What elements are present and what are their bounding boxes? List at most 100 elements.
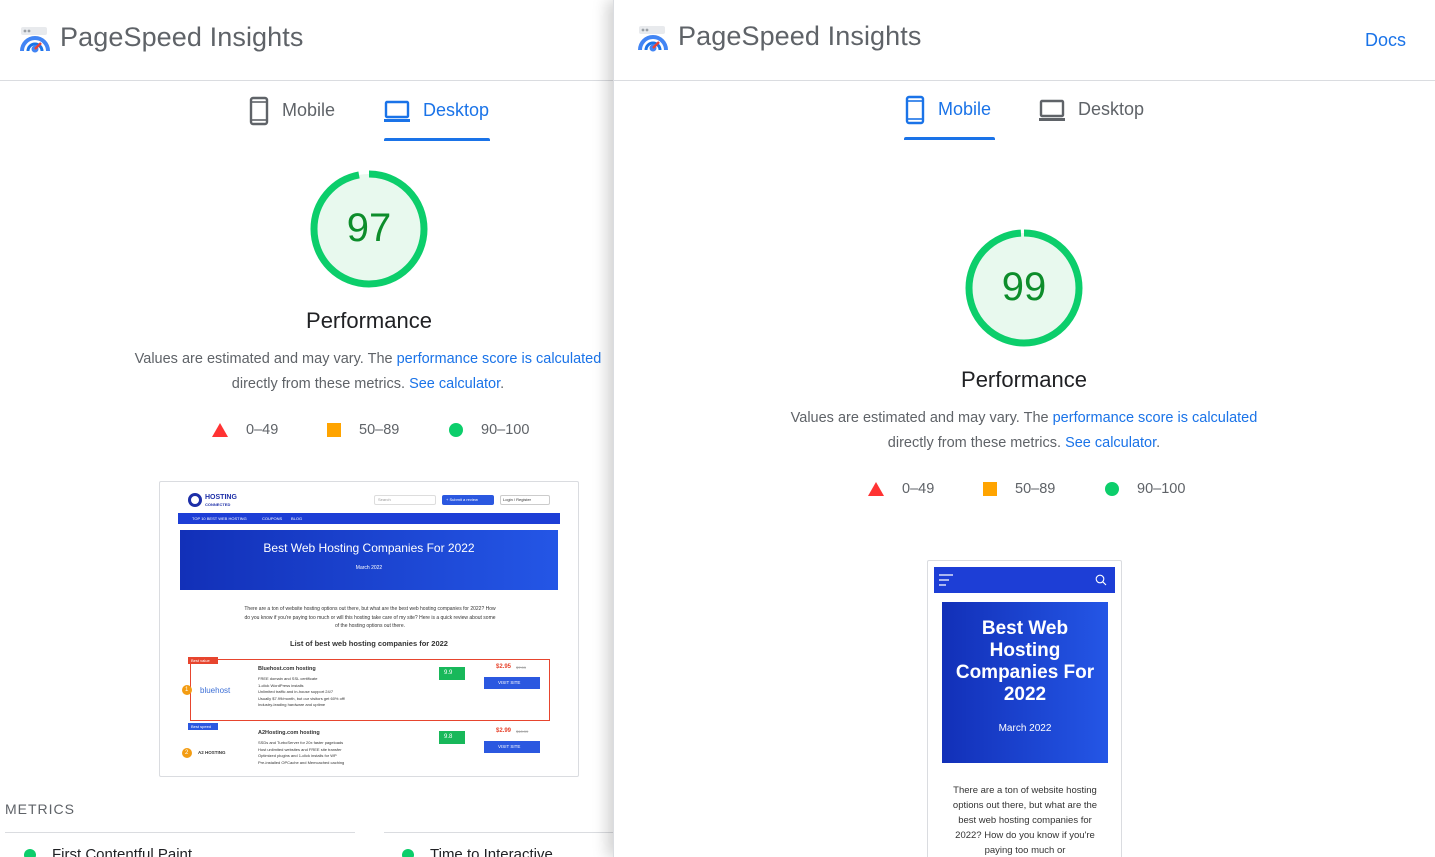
site-brand: HOSTING bbox=[205, 494, 237, 501]
score-description: Values are estimated and may vary. The p… bbox=[766, 406, 1282, 456]
desktop-report-panel: PageSpeed Insights Mobile Desktop 97 Per… bbox=[0, 0, 613, 857]
see-calculator-link[interactable]: See calculator bbox=[409, 376, 500, 392]
site-price: $2.99 bbox=[496, 728, 512, 734]
tab-mobile-label: Mobile bbox=[282, 100, 336, 120]
site-rank-label: 1 bbox=[185, 687, 189, 693]
search-icon bbox=[1095, 574, 1107, 586]
menu-icon bbox=[939, 574, 953, 586]
pagespeed-logo-icon bbox=[20, 27, 50, 53]
legend-fail-label: 0–49 bbox=[246, 422, 279, 438]
site-feature: Industry-leading hardware and uptime bbox=[258, 702, 326, 707]
site-logo-icon bbox=[188, 493, 202, 507]
tab-mobile[interactable]: Mobile bbox=[904, 95, 991, 139]
description-text-2: directly from these metrics. bbox=[887, 435, 1066, 451]
performance-score-link[interactable]: performance score is calculated bbox=[397, 351, 602, 367]
description-text-2: directly from these metrics. bbox=[231, 376, 410, 392]
final-screenshot-mobile: Best Web Hosting Companies For 2022 Marc… bbox=[927, 560, 1122, 857]
mobile-phone-icon bbox=[249, 96, 269, 126]
site-entry-logo: A2 HOSTING bbox=[198, 750, 226, 755]
site-entry-name: A2Hosting.com hosting bbox=[258, 730, 320, 736]
screenshot-page: HOSTING CONNECTED Search + Submit a revi… bbox=[178, 488, 560, 776]
legend-fail: 0–49 bbox=[868, 481, 934, 497]
app-title: PageSpeed Insights bbox=[60, 22, 304, 52]
site-brand-sub: CONNECTED bbox=[205, 502, 231, 507]
metric-label: Time to Interactive bbox=[430, 846, 553, 857]
site-rating-value: 9.8 bbox=[444, 734, 453, 740]
see-calculator-link[interactable]: See calculator bbox=[1065, 435, 1156, 451]
site-hero: Best Web Hosting Companies For 2022 Marc… bbox=[942, 602, 1108, 763]
site-visit-label: VISIT SITE bbox=[498, 680, 521, 685]
tab-desktop[interactable]: Desktop bbox=[383, 96, 489, 140]
fail-triangle-icon bbox=[868, 482, 884, 496]
category-title: Performance bbox=[961, 367, 1087, 392]
performance-score-gauge: 97 bbox=[308, 168, 430, 290]
site-search-placeholder: Search bbox=[378, 497, 391, 502]
metrics-heading: METRICS bbox=[5, 801, 75, 817]
site-mobile-nav bbox=[934, 567, 1115, 593]
mobile-report-panel: PageSpeed Insights Docs Mobile Desktop 9… bbox=[613, 0, 1435, 857]
legend-fail-label: 0–49 bbox=[902, 481, 935, 497]
metric-time-to-interactive: Time to Interactive bbox=[402, 846, 553, 857]
description-text-3: . bbox=[1156, 435, 1161, 451]
tab-mobile[interactable]: Mobile bbox=[248, 96, 335, 140]
site-submit-label: + Submit a review bbox=[446, 497, 478, 502]
app-header: PageSpeed Insights bbox=[0, 0, 613, 81]
pass-circle-icon bbox=[449, 423, 463, 437]
metric-first-contentful-paint: First Contentful Paint bbox=[24, 846, 192, 857]
metric-label: First Contentful Paint bbox=[52, 846, 193, 857]
average-square-icon bbox=[327, 423, 341, 437]
site-old-price: $7.99 bbox=[516, 665, 527, 670]
site-nav-item: TOP 10 BEST WEB HOSTING bbox=[192, 516, 247, 521]
tab-mobile-label: Mobile bbox=[938, 99, 992, 119]
site-hero bbox=[180, 530, 558, 590]
site-intro: There are a ton of website hosting optio… bbox=[244, 606, 496, 629]
legend-pass: 90–100 bbox=[449, 422, 529, 438]
site-old-price: $10.99 bbox=[516, 729, 529, 734]
site-nav-item: COUPONS bbox=[262, 516, 283, 521]
final-screenshot-desktop: HOSTING CONNECTED Search + Submit a revi… bbox=[159, 481, 579, 777]
site-hero-title: Best Web Hosting Companies For 2022 bbox=[263, 541, 475, 555]
category-title: Performance bbox=[306, 308, 432, 333]
site-entry-features: SSDs and TurboServer for 20x faster page… bbox=[258, 740, 344, 766]
legend-average: 50–89 bbox=[983, 481, 1055, 497]
site-entry-logo: bluehost bbox=[200, 686, 231, 695]
legend-average: 50–89 bbox=[327, 422, 399, 438]
site-hero-date: March 2022 bbox=[998, 723, 1052, 734]
active-tab-indicator bbox=[904, 137, 995, 140]
app-title: PageSpeed Insights bbox=[678, 21, 922, 51]
legend-pass: 90–100 bbox=[1105, 481, 1185, 497]
site-entry-badge-label: Best value bbox=[191, 658, 210, 663]
tab-desktop[interactable]: Desktop bbox=[1038, 95, 1144, 139]
site-login-label: Login / Register bbox=[503, 497, 532, 502]
legend-average-label: 50–89 bbox=[359, 422, 400, 438]
legend-pass-label: 90–100 bbox=[481, 422, 530, 438]
laptop-icon bbox=[384, 100, 410, 122]
site-rating-value: 9.9 bbox=[444, 670, 453, 676]
average-square-icon bbox=[983, 482, 997, 496]
description-text-1: Values are estimated and may vary. The bbox=[790, 410, 1053, 426]
performance-score-value: 97 bbox=[346, 206, 392, 250]
pagespeed-logo-icon bbox=[638, 26, 668, 52]
site-nav-item: BLOG bbox=[291, 516, 303, 521]
description-text-1: Values are estimated and may vary. The bbox=[134, 351, 397, 367]
pass-circle-icon bbox=[24, 848, 36, 857]
site-visit-label: VISIT SITE bbox=[498, 744, 521, 749]
site-entry-features: FREE domain and SSL certificate 1-click … bbox=[258, 676, 345, 709]
score-description: Values are estimated and may vary. The p… bbox=[110, 347, 613, 397]
active-tab-indicator bbox=[384, 138, 490, 141]
app-header: PageSpeed Insights Docs bbox=[614, 0, 1435, 81]
performance-score-gauge: 99 bbox=[963, 227, 1085, 349]
legend-pass-label: 90–100 bbox=[1137, 481, 1186, 497]
docs-link[interactable]: Docs bbox=[1365, 30, 1406, 51]
legend-average-label: 50–89 bbox=[1015, 481, 1056, 497]
site-entry-name: Bluehost.com hosting bbox=[258, 666, 316, 672]
fail-triangle-icon bbox=[212, 423, 228, 437]
site-intro: There are a ton of website hosting optio… bbox=[952, 785, 1098, 856]
mobile-phone-icon bbox=[905, 95, 925, 125]
performance-score-link[interactable]: performance score is calculated bbox=[1053, 410, 1258, 426]
metric-divider bbox=[384, 832, 613, 833]
site-entry-badge-label: Best speed bbox=[191, 724, 212, 729]
site-feature: Pre-installed OPCache and Memcached cach… bbox=[258, 759, 345, 765]
site-list-title: List of best web hosting companies for 2… bbox=[290, 639, 448, 648]
site-hero-date: March 2022 bbox=[355, 565, 383, 571]
